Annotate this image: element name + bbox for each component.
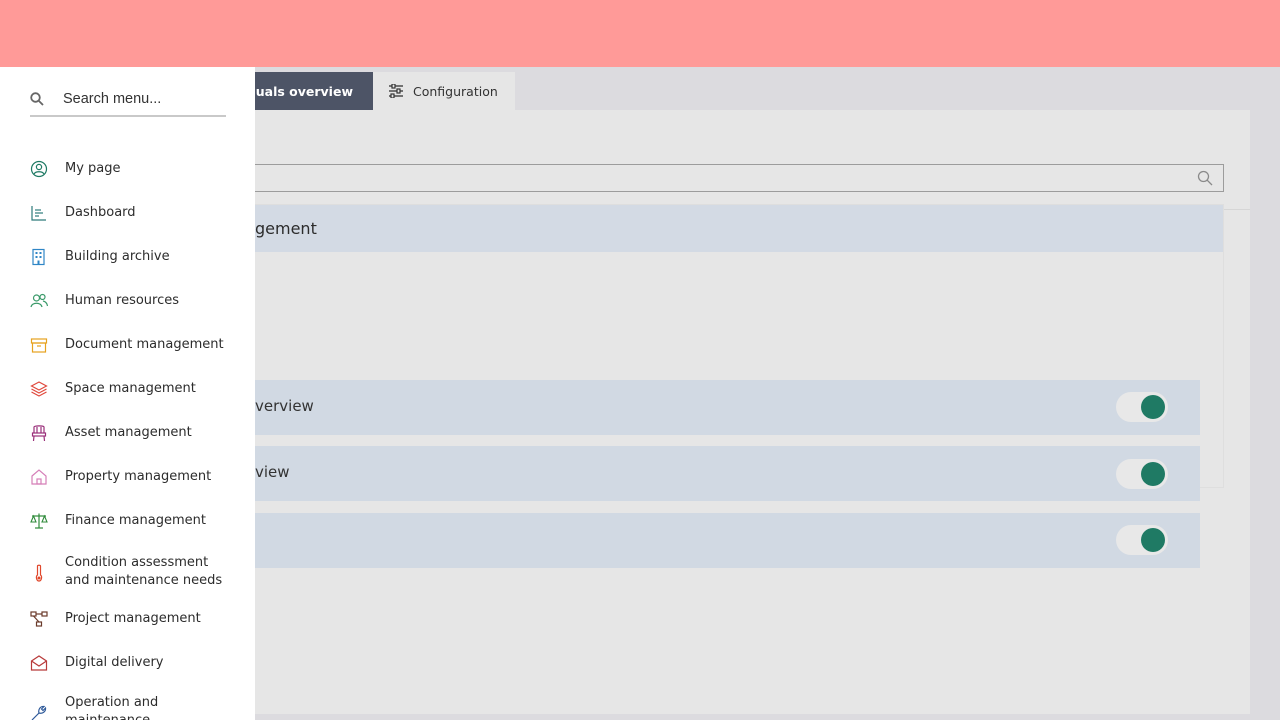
- toggle-knob: [1141, 462, 1165, 486]
- sidebar-item-label: Asset management: [65, 425, 192, 440]
- hierarchy-icon: [30, 611, 48, 627]
- sidebar-item-property-management[interactable]: Property management: [30, 468, 245, 486]
- setting-row-label: verview: [255, 397, 314, 415]
- sidebar-item-dashboard[interactable]: Dashboard: [30, 204, 245, 222]
- sidebar-item-document-management[interactable]: Document management: [30, 336, 245, 354]
- scale-icon: [30, 513, 48, 529]
- group-header-label: gement: [255, 219, 317, 238]
- setting-row-label: view: [255, 463, 290, 481]
- toggle-knob: [1141, 395, 1165, 419]
- users-icon: [30, 293, 48, 308]
- sidebar-item-finance-management[interactable]: Finance management: [30, 512, 245, 530]
- tab-configuration[interactable]: Configuration: [373, 72, 515, 110]
- sidebar-item-label: Condition assessment and maintenance nee…: [65, 555, 223, 588]
- chair-icon: [31, 425, 47, 442]
- menu-search: [30, 83, 226, 117]
- top-header-bar: [0, 0, 1280, 67]
- envelope-open-icon: [30, 655, 48, 671]
- sidebar-item-space-management[interactable]: Space management: [30, 380, 245, 398]
- setting-toggle[interactable]: [1116, 392, 1168, 422]
- sidebar-item-label: Property management: [65, 469, 212, 484]
- layers-icon: [30, 381, 48, 397]
- sidebar-item-label: Building archive: [65, 249, 170, 264]
- toggle-knob: [1141, 528, 1165, 552]
- menu-search-input[interactable]: [63, 91, 223, 107]
- sidebar-item-label: Space management: [65, 381, 196, 396]
- user-circle-icon: [30, 160, 48, 178]
- sliders-icon: [389, 84, 403, 98]
- sidebar-item-operation-maintenance[interactable]: Operation and maintenance: [30, 694, 245, 720]
- sidebar-item-label: Digital delivery: [65, 655, 164, 670]
- building-icon: [32, 248, 45, 266]
- sidebar-item-label: Dashboard: [65, 205, 136, 220]
- sidebar-item-label: Document management: [65, 337, 224, 352]
- tab-configuration-label: Configuration: [413, 83, 498, 99]
- sidebar-item-building-archive[interactable]: Building archive: [30, 248, 245, 266]
- sidebar-item-label: Project management: [65, 611, 201, 626]
- sidebar-item-human-resources[interactable]: Human resources: [30, 292, 245, 310]
- sidebar-item-condition-assessment[interactable]: Condition assessment and maintenance nee…: [30, 554, 245, 590]
- search-icon[interactable]: [1197, 170, 1213, 186]
- setting-toggle[interactable]: [1116, 525, 1168, 555]
- sidebar-menu: My page Dashboard Building archive: [0, 67, 255, 720]
- chart-icon: [31, 206, 46, 221]
- sidebar-item-label: Finance management: [65, 513, 206, 528]
- sidebar-item-asset-management[interactable]: Asset management: [30, 424, 245, 442]
- sidebar-item-label: My page: [65, 161, 121, 176]
- sidebar-item-label: Operation and maintenance: [65, 695, 159, 720]
- search-icon: [30, 92, 44, 106]
- sidebar-item-label: Human resources: [65, 293, 180, 308]
- setting-toggle[interactable]: [1116, 459, 1168, 489]
- thermometer-icon: [35, 564, 43, 582]
- sidebar-item-my-page[interactable]: My page: [30, 160, 245, 178]
- sidebar-item-project-management[interactable]: Project management: [30, 610, 245, 628]
- house-icon: [31, 469, 47, 485]
- sidebar-item-digital-delivery[interactable]: Digital delivery: [30, 654, 245, 672]
- wrench-icon: [31, 705, 47, 720]
- archive-box-icon: [30, 338, 48, 353]
